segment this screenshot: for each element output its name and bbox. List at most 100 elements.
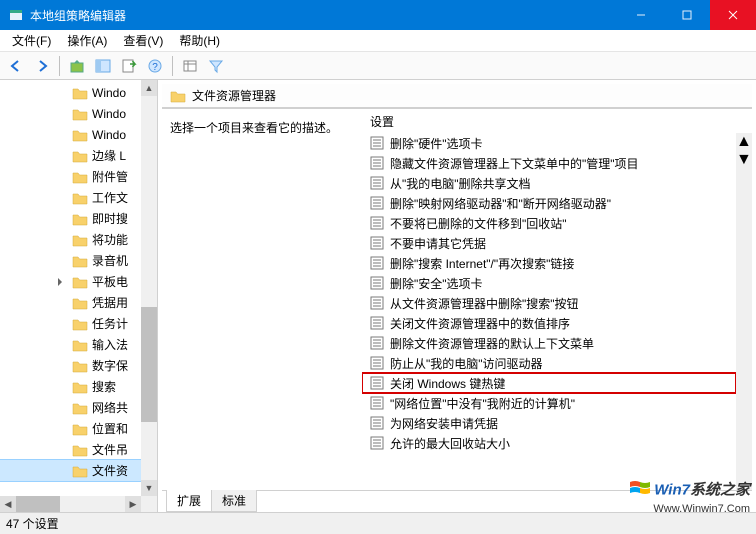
tree-item-label: 位置和 <box>92 420 128 437</box>
scroll-up-button[interactable]: ▲ <box>736 133 752 151</box>
setting-item[interactable]: 关闭文件资源管理器中的数值排序 <box>362 313 736 333</box>
setting-item[interactable]: 从文件资源管理器中删除"搜索"按钮 <box>362 293 736 313</box>
tree-item-label: 即时搜 <box>92 210 128 227</box>
setting-item[interactable]: 允许的最大回收站大小 <box>362 433 736 453</box>
tree-item-label: 文件资 <box>92 462 128 479</box>
tree-item[interactable]: 即时搜 <box>0 208 141 229</box>
scroll-down-button[interactable]: ▼ <box>141 480 157 496</box>
column-header-setting[interactable]: 设置 <box>362 109 752 133</box>
toolbar-separator <box>172 56 173 76</box>
setting-item[interactable]: 从"我的电脑"删除共享文档 <box>362 173 736 193</box>
tree-item[interactable]: 输入法 <box>0 334 141 355</box>
scroll-thumb[interactable] <box>16 496 60 512</box>
tree-item[interactable]: Windo <box>0 124 141 145</box>
setting-item-label: 防止从"我的电脑"访问驱动器 <box>390 355 543 372</box>
settings-list: 设置 删除"硬件"选项卡隐藏文件资源管理器上下文菜单中的"管理"项目从"我的电脑… <box>362 109 752 490</box>
tree-item-label: Windo <box>92 86 126 100</box>
setting-item-label: 删除"映射网络驱动器"和"断开网络驱动器" <box>390 195 611 212</box>
tree-item[interactable]: 文件吊 <box>0 439 141 460</box>
tree-item[interactable]: 任务计 <box>0 313 141 334</box>
forward-button[interactable] <box>30 54 54 78</box>
show-hide-tree-button[interactable] <box>91 54 115 78</box>
scroll-thumb[interactable] <box>141 307 157 422</box>
setting-item[interactable]: 删除文件资源管理器的默认上下文菜单 <box>362 333 736 353</box>
help-button[interactable]: ? <box>143 54 167 78</box>
content-area: Windo Windo Windo 边缘 L 附件管工作文即时搜将功能录音机平板电凭据用… <box>0 80 756 512</box>
tree-item[interactable]: 平板电 <box>0 271 141 292</box>
details-header-title: 文件资源管理器 <box>192 87 276 104</box>
setting-item[interactable]: 隐藏文件资源管理器上下文菜单中的"管理"项目 <box>362 153 736 173</box>
setting-item[interactable]: 删除"搜索 Internet"/"再次搜索"链接 <box>362 253 736 273</box>
tree-item[interactable]: 位置和 <box>0 418 141 439</box>
scroll-right-button[interactable]: ▶ <box>125 496 141 512</box>
tree-item-label: 录音机 <box>92 252 128 269</box>
maximize-button[interactable] <box>664 0 710 30</box>
setting-item[interactable]: 删除"映射网络驱动器"和"断开网络驱动器" <box>362 193 736 213</box>
scroll-left-button[interactable]: ◀ <box>0 496 16 512</box>
tree-item-label: 文件吊 <box>92 441 128 458</box>
back-button[interactable] <box>4 54 28 78</box>
tree-item-label: 网络共 <box>92 399 128 416</box>
minimize-button[interactable] <box>618 0 664 30</box>
tab-extended[interactable]: 扩展 <box>166 490 212 512</box>
filter-button[interactable] <box>204 54 228 78</box>
setting-item-label: 关闭文件资源管理器中的数值排序 <box>390 315 570 332</box>
menu-file[interactable]: 文件(F) <box>4 30 59 51</box>
tree-item[interactable]: 录音机 <box>0 250 141 271</box>
menu-action[interactable]: 操作(A) <box>59 30 115 51</box>
setting-item[interactable]: 不要将已删除的文件移到"回收站" <box>362 213 736 233</box>
tree-item[interactable]: 凭据用 <box>0 292 141 313</box>
setting-item-label: 不要将已删除的文件移到"回收站" <box>390 215 567 232</box>
tree-item[interactable]: 附件管 <box>0 166 141 187</box>
tree-item-label: 工作文 <box>92 189 128 206</box>
up-button[interactable] <box>65 54 89 78</box>
list-vertical-scrollbar[interactable]: ▲ ▼ <box>736 133 752 490</box>
tree-item[interactable]: 网络共 <box>0 397 141 418</box>
tree-item-label: Windo <box>92 107 126 121</box>
setting-item[interactable]: 关闭 Windows 键热键 <box>362 373 736 393</box>
titlebar: 本地组策略编辑器 <box>0 0 756 30</box>
setting-item[interactable]: 删除"硬件"选项卡 <box>362 133 736 153</box>
tree-item[interactable]: Windo <box>0 103 141 124</box>
app-icon <box>8 7 24 23</box>
close-button[interactable] <box>710 0 756 30</box>
tab-standard[interactable]: 标准 <box>211 490 257 512</box>
tree-item-label: 边缘 L <box>92 147 126 164</box>
setting-item[interactable]: "网络位置"中没有"我附近的计算机" <box>362 393 736 413</box>
description-text: 选择一个项目来查看它的描述。 <box>170 119 354 136</box>
setting-item[interactable]: 防止从"我的电脑"访问驱动器 <box>362 353 736 373</box>
setting-item-label: 为网络安装申请凭据 <box>390 415 498 432</box>
setting-item-label: 删除"安全"选项卡 <box>390 275 483 292</box>
tree-item[interactable]: 搜索 <box>0 376 141 397</box>
tree-item[interactable]: 将功能 <box>0 229 141 250</box>
menubar: 文件(F) 操作(A) 查看(V) 帮助(H) <box>0 30 756 52</box>
tree-vertical-scrollbar[interactable]: ▲ ▼ <box>141 80 157 496</box>
setting-item-label: 从文件资源管理器中删除"搜索"按钮 <box>390 295 579 312</box>
setting-item-label: 从"我的电脑"删除共享文档 <box>390 175 531 192</box>
details-pane: 文件资源管理器 选择一个项目来查看它的描述。 设置 删除"硬件"选项卡隐藏文件资… <box>158 80 756 512</box>
setting-item[interactable]: 为网络安装申请凭据 <box>362 413 736 433</box>
menu-view[interactable]: 查看(V) <box>115 30 171 51</box>
tree-item-label: 数字保 <box>92 357 128 374</box>
tree-horizontal-scrollbar[interactable]: ◀ ▶ <box>0 496 141 512</box>
description-column: 选择一个项目来查看它的描述。 <box>162 109 362 490</box>
tree-item-label: 将功能 <box>92 231 128 248</box>
tree-item-label: 搜索 <box>92 378 116 395</box>
details-button[interactable] <box>178 54 202 78</box>
tree-item[interactable]: 文件资 <box>0 460 141 481</box>
tree-item[interactable]: Windo <box>0 82 141 103</box>
tree-item-label: Windo <box>92 128 126 142</box>
scroll-down-button[interactable]: ▼ <box>736 151 752 169</box>
setting-item-label: 删除"硬件"选项卡 <box>390 135 483 152</box>
menu-help[interactable]: 帮助(H) <box>171 30 228 51</box>
setting-item-label: 删除"搜索 Internet"/"再次搜索"链接 <box>390 255 574 272</box>
setting-item[interactable]: 删除"安全"选项卡 <box>362 273 736 293</box>
tree-item-label: 凭据用 <box>92 294 128 311</box>
tree-item[interactable]: 边缘 L <box>0 145 141 166</box>
setting-item[interactable]: 不要申请其它凭据 <box>362 233 736 253</box>
tree-item[interactable]: 数字保 <box>0 355 141 376</box>
setting-item-label: "网络位置"中没有"我附近的计算机" <box>390 395 575 412</box>
export-list-button[interactable] <box>117 54 141 78</box>
tree-item[interactable]: 工作文 <box>0 187 141 208</box>
scroll-up-button[interactable]: ▲ <box>141 80 157 96</box>
